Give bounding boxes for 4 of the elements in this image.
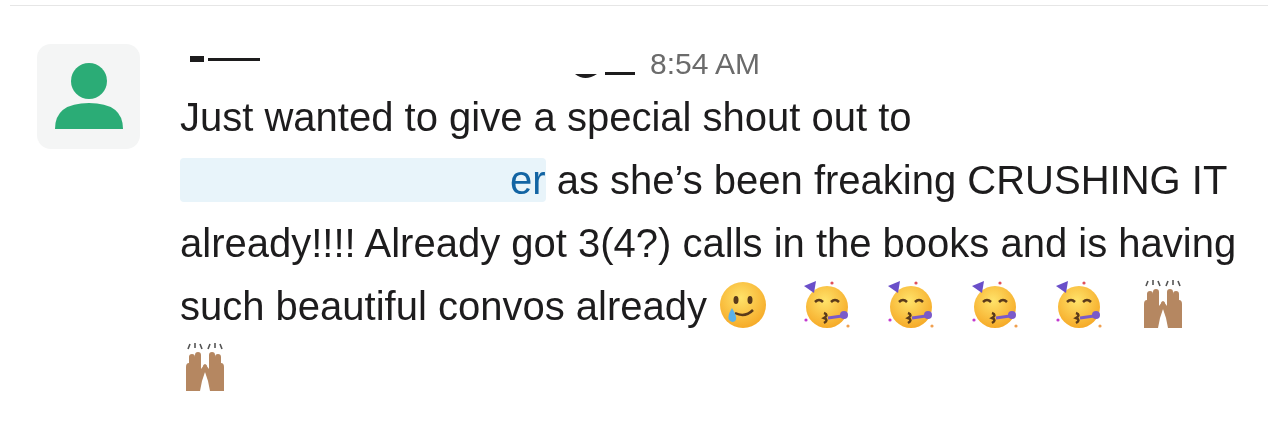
timestamp[interactable]: 8:54 AM bbox=[650, 44, 761, 84]
avatar[interactable] bbox=[37, 44, 140, 149]
mention-link[interactable]: er bbox=[180, 158, 546, 202]
smiling-face-with-tear-icon bbox=[718, 280, 769, 330]
